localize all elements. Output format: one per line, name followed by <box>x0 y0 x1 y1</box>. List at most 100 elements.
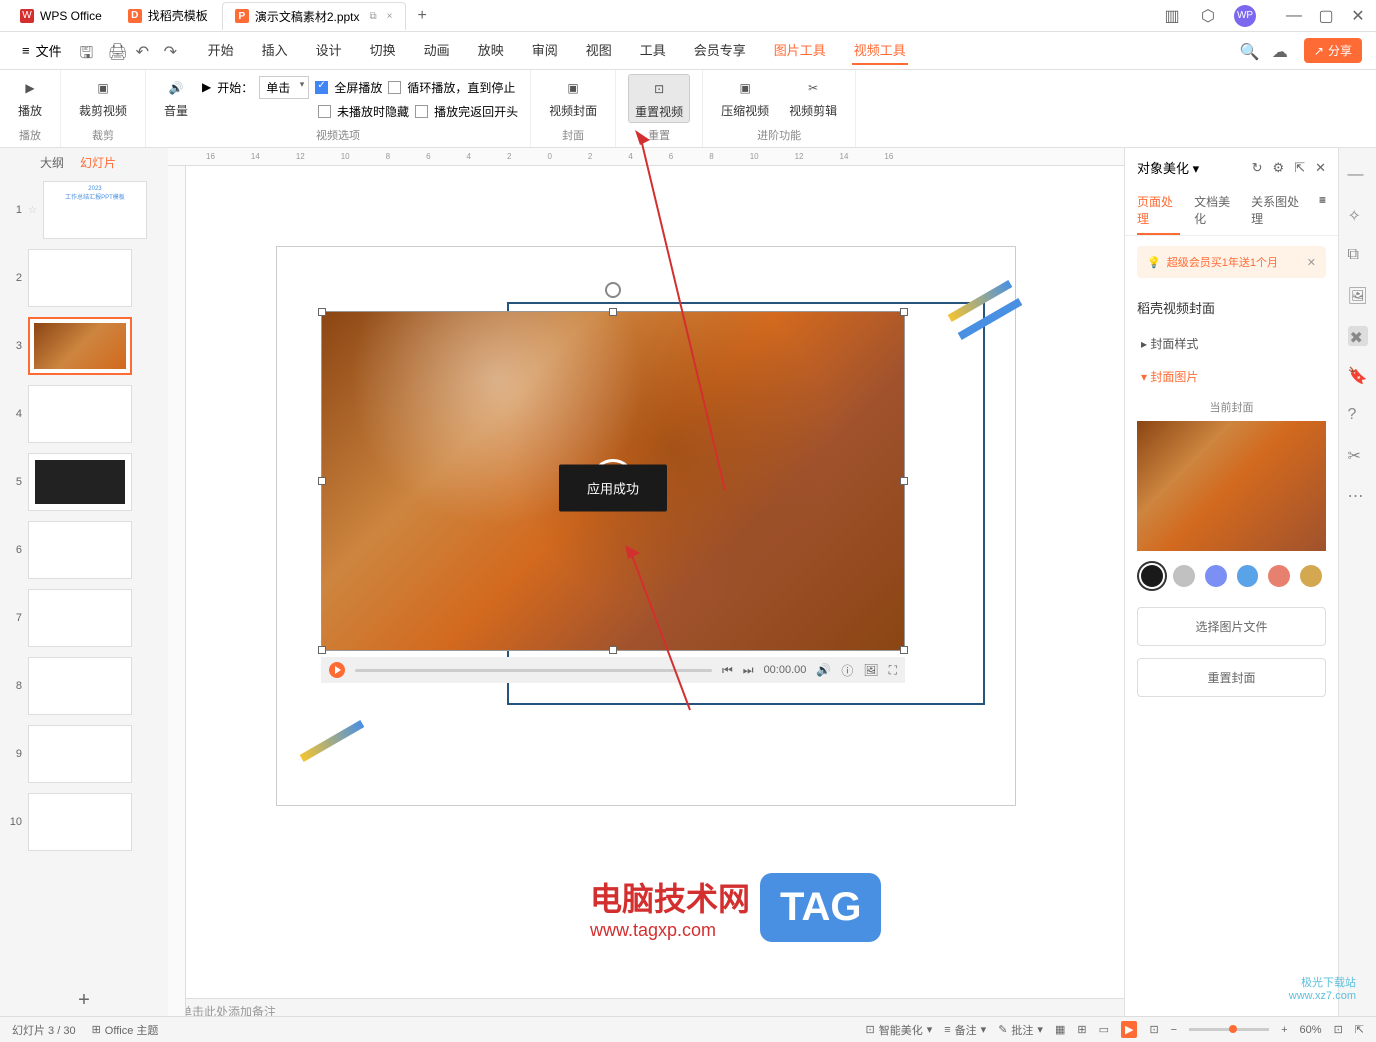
vc-image-icon[interactable]: 🖼 <box>863 663 878 677</box>
close-icon[interactable]: × <box>387 11 393 22</box>
loop-checkbox[interactable] <box>388 81 401 94</box>
resize-handle[interactable] <box>900 646 908 654</box>
view-sorter-icon[interactable]: ⊞ <box>1077 1023 1086 1036</box>
file-menu[interactable]: ≡ 文件 <box>14 37 70 64</box>
gear-icon[interactable]: ⚙ <box>1273 160 1285 176</box>
color-black[interactable] <box>1141 565 1163 587</box>
reset-cover-button[interactable]: 重置封面 <box>1137 658 1326 697</box>
resize-handle[interactable] <box>900 308 908 316</box>
video-edit-button[interactable]: ✂ 视频剪辑 <box>783 74 843 121</box>
resize-handle[interactable] <box>318 308 326 316</box>
minimize-icon[interactable]: — <box>1284 6 1304 26</box>
slide-thumb-8[interactable] <box>28 657 132 715</box>
vc-play-button[interactable] <box>329 662 345 678</box>
member-banner[interactable]: 💡 超级会员买1年送1个月 ✕ <box>1137 246 1326 278</box>
maximize-icon[interactable]: ▢ <box>1316 6 1336 26</box>
color-gray[interactable] <box>1173 565 1195 587</box>
slide-thumb-7[interactable] <box>28 589 132 647</box>
panel-icon[interactable]: ▥ <box>1162 6 1182 26</box>
rotate-handle[interactable] <box>605 282 621 298</box>
menu-design[interactable]: 设计 <box>314 36 344 65</box>
comments-toggle[interactable]: ✎ 批注 ▾ <box>998 1022 1043 1038</box>
rt-layers-icon[interactable]: ⧉ <box>1348 246 1368 266</box>
slide-counter[interactable]: 幻灯片 3 / 30 <box>12 1022 76 1038</box>
tab-wps-office[interactable]: W WPS Office <box>8 2 114 30</box>
hide-checkbox[interactable] <box>318 105 331 118</box>
cover-image-item[interactable]: ▾ 封面图片 <box>1125 360 1338 393</box>
rt-help-icon[interactable]: ? <box>1348 406 1368 426</box>
star-icon[interactable]: ☆ <box>28 205 37 216</box>
resize-handle[interactable] <box>318 646 326 654</box>
color-purple[interactable] <box>1205 565 1227 587</box>
view-more-icon[interactable]: ⊡ <box>1149 1023 1158 1036</box>
smart-beautify[interactable]: ⊡ 智能美化 ▾ <box>865 1022 932 1038</box>
color-yellow[interactable] <box>1300 565 1322 587</box>
resize-handle[interactable] <box>318 477 326 485</box>
undo-icon[interactable]: ↶ <box>136 42 154 60</box>
slide-page[interactable]: 应用成功 ⏮ ⏭ 00:00.00 🔊 ⓘ 🖼 ⛶ <box>276 246 1016 806</box>
slide-thumb-9[interactable] <box>28 725 132 783</box>
share-button[interactable]: ↗ 分享 <box>1304 38 1362 63</box>
print-icon[interactable]: 🖨 <box>108 42 126 60</box>
outline-tab[interactable]: 大纲 <box>40 154 64 171</box>
select-image-button[interactable]: 选择图片文件 <box>1137 607 1326 646</box>
view-slideshow-icon[interactable]: ▶ <box>1121 1021 1137 1038</box>
menu-slideshow[interactable]: 放映 <box>476 36 506 65</box>
theme-selector[interactable]: ⊞ Office 主题 <box>92 1022 159 1038</box>
menu-member[interactable]: 会员专享 <box>692 36 748 65</box>
pin-icon[interactable]: ⇱ <box>1294 160 1305 176</box>
resize-handle[interactable] <box>900 477 908 485</box>
cloud-icon[interactable]: ☁ <box>1272 42 1290 60</box>
menu-tools[interactable]: 工具 <box>638 36 668 65</box>
panel-title[interactable]: 对象美化 ▾ <box>1137 158 1244 177</box>
volume-button[interactable]: 🔊 音量 <box>158 74 194 121</box>
vc-prev-icon[interactable]: ⏮ <box>722 663 733 678</box>
slide-thumb-4[interactable] <box>28 385 132 443</box>
reset-video-button[interactable]: ⊡ 重置视频 <box>628 74 690 123</box>
refresh-icon[interactable]: ↻ <box>1252 160 1263 176</box>
zoom-slider[interactable] <box>1189 1028 1269 1031</box>
search-icon[interactable]: 🔍 <box>1240 42 1258 60</box>
rewind-checkbox[interactable] <box>415 105 428 118</box>
slide-thumb-10[interactable] <box>28 793 132 851</box>
slide-thumb-2[interactable] <box>28 249 132 307</box>
rp-tab-doc[interactable]: 文档美化 <box>1194 187 1237 235</box>
video-cover-button[interactable]: ▣ 视频封面 <box>543 74 603 121</box>
rp-tab-page[interactable]: 页面处理 <box>1137 187 1180 235</box>
resize-handle[interactable] <box>609 308 617 316</box>
menu-image-tools[interactable]: 图片工具 <box>772 36 828 65</box>
zoom-in[interactable]: + <box>1281 1024 1287 1036</box>
menu-animation[interactable]: 动画 <box>422 36 452 65</box>
start-dropdown[interactable]: 单击 <box>259 76 309 99</box>
slide-thumb-6[interactable] <box>28 521 132 579</box>
view-reading-icon[interactable]: ▭ <box>1099 1023 1109 1036</box>
cube-icon[interactable]: ⬡ <box>1198 6 1218 26</box>
tab-document[interactable]: P 演示文稿素材2.pptx ⧉ × <box>222 2 406 30</box>
menu-review[interactable]: 审阅 <box>530 36 560 65</box>
slides-tab[interactable]: 幻灯片 <box>80 154 116 171</box>
vc-progress[interactable] <box>355 669 712 672</box>
rt-clip-icon[interactable]: ✂ <box>1348 446 1368 466</box>
rt-image-icon[interactable]: 🖼 <box>1348 286 1368 306</box>
vc-fullscreen-icon[interactable]: ⛶ <box>889 663 897 678</box>
vc-volume-icon[interactable]: 🔊 <box>816 663 831 677</box>
save-icon[interactable]: 🖫 <box>80 42 98 60</box>
menu-insert[interactable]: 插入 <box>260 36 290 65</box>
close-panel-icon[interactable]: ✕ <box>1315 160 1326 176</box>
notes-toggle[interactable]: ≡ 备注 ▾ <box>944 1022 986 1038</box>
vc-info-icon[interactable]: ⓘ <box>841 662 853 679</box>
rt-more-icon[interactable]: ⋯ <box>1348 486 1368 506</box>
rt-bookmark-icon[interactable]: 🔖 <box>1348 366 1368 386</box>
menu-video-tools[interactable]: 视频工具 <box>852 36 908 65</box>
fit-icon[interactable]: ⊡ <box>1334 1023 1343 1036</box>
rp-tab-relation[interactable]: 关系图处理 <box>1251 187 1305 235</box>
menu-start[interactable]: 开始 <box>206 36 236 65</box>
color-blue[interactable] <box>1237 565 1259 587</box>
fullscreen-checkbox[interactable] <box>315 81 328 94</box>
vc-next-icon[interactable]: ⏭ <box>743 663 754 678</box>
rp-menu-icon[interactable]: ≡ <box>1319 187 1326 235</box>
copy-icon[interactable]: ⧉ <box>370 11 377 22</box>
close-window-icon[interactable]: ✕ <box>1348 6 1368 26</box>
close-banner-icon[interactable]: ✕ <box>1307 256 1316 269</box>
color-red[interactable] <box>1268 565 1290 587</box>
